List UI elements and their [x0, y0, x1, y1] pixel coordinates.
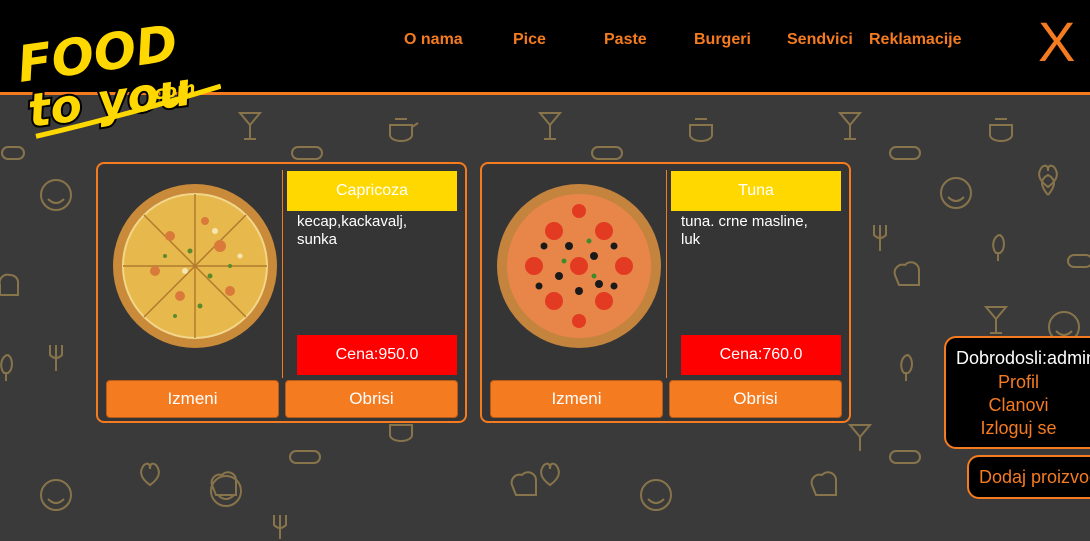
edit-button[interactable]: Izmeni — [490, 380, 663, 418]
delete-button[interactable]: Obrisi — [285, 380, 458, 418]
product-price: Cena:950.0 — [297, 335, 457, 375]
welcome-text: Dobrodosli:admin — [956, 348, 1090, 368]
members-link[interactable]: Clanovi — [946, 395, 1090, 416]
product-description: kecap,kackavalj, sunka — [297, 213, 408, 248]
pizza-tuna-image — [497, 184, 661, 348]
card-divider — [282, 170, 283, 378]
logout-link[interactable]: Izloguj se — [946, 418, 1090, 439]
pizza-capricciosa-image — [113, 184, 277, 348]
nav-sendvici[interactable]: Sendvici — [787, 31, 853, 49]
edit-button[interactable]: Izmeni — [106, 380, 279, 418]
product-name: Tuna — [671, 171, 841, 211]
nav-pice[interactable]: Pice — [513, 31, 546, 49]
nav-o-nama[interactable]: O nama — [404, 31, 463, 49]
food-to-you-logo[interactable]: FOOD to you .com — [6, 4, 221, 154]
add-product-button[interactable]: Dodaj proizvod — [967, 455, 1090, 499]
user-panel: Dobrodosli:admin Profil Clanovi Izloguj … — [944, 336, 1090, 449]
delete-button[interactable]: Obrisi — [669, 380, 842, 418]
product-price: Cena:760.0 — [681, 335, 841, 375]
profile-link[interactable]: Profil — [946, 372, 1090, 393]
product-name: Capricoza — [287, 171, 457, 211]
nav-burgeri[interactable]: Burgeri — [694, 31, 751, 49]
nav-reklamacije[interactable]: Reklamacije — [869, 31, 962, 49]
close-button[interactable]: X — [1038, 14, 1075, 70]
nav-paste[interactable]: Paste — [604, 31, 647, 49]
product-card: Tuna tuna. crne masline, luk Cena:760.0 … — [480, 162, 851, 423]
product-description: tuna. crne masline, luk — [681, 213, 808, 248]
card-divider — [666, 170, 667, 378]
product-card: Capricoza kecap,kackavalj, sunka Cena:95… — [96, 162, 467, 423]
